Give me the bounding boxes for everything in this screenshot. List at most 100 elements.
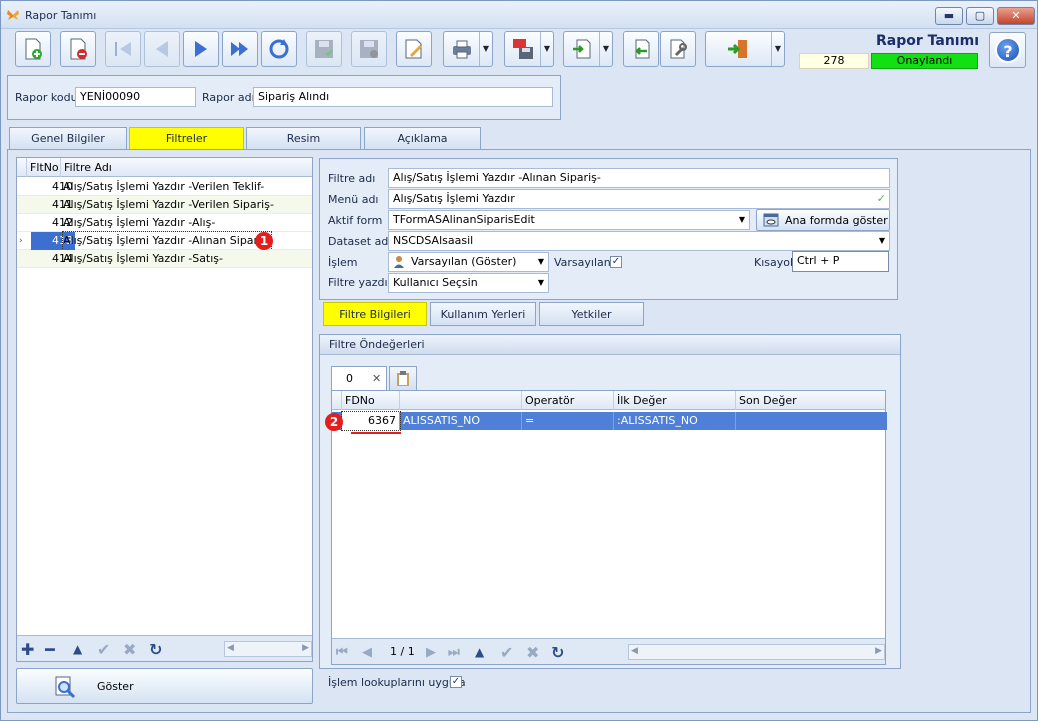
table-row-selected[interactable]: › 413 Alış/Satış İşlemi Yazdır -Alınan S… — [17, 231, 312, 251]
new-button[interactable] — [15, 31, 51, 67]
first-page-icon[interactable]: ⏮ — [336, 645, 348, 660]
refresh-grid-icon[interactable]: ↻ — [551, 643, 564, 662]
chevron-down-icon: ▼ — [537, 257, 544, 266]
post-edit-icon[interactable]: ✔ — [97, 640, 110, 659]
refresh-grid-icon[interactable]: ↻ — [149, 640, 162, 659]
edit-button[interactable] — [396, 31, 432, 67]
islem-select[interactable]: Varsayılan (Göster) ▼ — [388, 252, 549, 272]
table-row[interactable]: 412 Alış/Satış İşlemi Yazdır -Alış- — [17, 214, 312, 232]
maximize-button[interactable]: ▢ — [966, 7, 994, 25]
column-header-son-deger[interactable]: Son Değer — [736, 391, 887, 410]
varsayilan-checkbox[interactable]: ✓ — [610, 256, 622, 268]
close-button[interactable]: ✕ — [997, 7, 1035, 25]
row-filtre-adi: Alış/Satış İşlemi Yazdır -Verilen Sipari… — [63, 198, 274, 211]
window-eye-icon — [763, 213, 779, 227]
last-record-button[interactable] — [222, 31, 258, 67]
row-filtre-adi: Alış/Satış İşlemi Yazdır -Verilen Teklif… — [63, 180, 265, 193]
back-to-list-button[interactable] — [623, 31, 659, 67]
help-button[interactable]: ? — [989, 32, 1026, 68]
horizontal-scrollbar[interactable]: ◀ ▶ — [628, 644, 885, 660]
filtre-yazdir-select[interactable]: Kullanıcı Seçsin ▼ — [388, 273, 549, 293]
refresh-button[interactable] — [261, 31, 297, 67]
help-icon: ? — [995, 37, 1021, 63]
previous-record-button[interactable] — [144, 31, 180, 67]
first-record-button[interactable] — [105, 31, 141, 67]
minimize-button[interactable]: ▬ — [935, 7, 963, 25]
menu-adi-field[interactable]: Alış/Satış İşlemi Yazdır ✓ — [388, 189, 890, 209]
print-dropdown-arrow-icon[interactable]: ▼ — [479, 32, 492, 66]
export-pdf-button[interactable]: ▼ — [504, 31, 554, 67]
lookup-option: İşlem lookuplarını uygula ✓ — [328, 676, 466, 689]
tab-filtreler[interactable]: Filtreler — [129, 127, 244, 149]
dataset-adi-select[interactable]: NSCDSAlsaasil ▼ — [388, 231, 890, 251]
table-row[interactable]: 414 Alış/Satış İşlemi Yazdır -Satış- — [17, 250, 312, 268]
annotation-badge-1: 1 — [255, 232, 273, 250]
scroll-left-icon[interactable]: ◀ — [631, 646, 638, 656]
column-header-filtre-adi[interactable]: Filtre Adı — [61, 158, 312, 177]
column-header-operator[interactable]: Operatör — [522, 391, 614, 410]
cancel-save-icon — [360, 40, 378, 58]
import-dropdown-arrow-icon[interactable]: ▼ — [599, 32, 612, 66]
tab-resim[interactable]: Resim — [246, 127, 361, 149]
report-code-label: Rapor kodu — [15, 91, 78, 104]
column-header-fltno[interactable]: FltNo — [27, 158, 61, 177]
main-window: Rapor Tanımı ▬ ▢ ✕ ▼ ▼ ▼ ▼ Rapor Tanımı … — [0, 0, 1038, 721]
table-row-selected[interactable]: 6367 ALISSATIS_NO = :ALISSATIS_NO — [332, 411, 887, 431]
print-button[interactable]: ▼ — [443, 31, 493, 67]
tab-yetkiler[interactable]: Yetkiler — [539, 302, 644, 326]
scroll-right-icon[interactable]: ▶ — [302, 643, 309, 653]
aktif-form-value: TFormASAlinanSiparisEdit — [393, 213, 535, 226]
report-name-field[interactable]: Sipariş Alındı — [253, 87, 553, 107]
filters-grid: FltNo Filtre Adı 410 Alış/Satış İşlemi Y… — [16, 157, 313, 662]
filtre-adi-field[interactable]: Alış/Satış İşlemi Yazdır -Alınan Sipariş… — [388, 168, 890, 188]
next-record-button[interactable] — [183, 31, 219, 67]
exit-dropdown-arrow-icon[interactable]: ▼ — [771, 32, 784, 66]
delete-button[interactable] — [60, 31, 96, 67]
scroll-right-icon[interactable]: ▶ — [875, 646, 882, 656]
tab-add-button[interactable] — [389, 366, 417, 390]
pdf-save-icon — [513, 39, 533, 59]
lookup-checkbox[interactable]: ✓ — [450, 676, 462, 688]
move-up-icon[interactable]: ▲ — [475, 645, 484, 659]
last-page-icon[interactable]: ⏭ — [448, 645, 460, 660]
column-header-fdno[interactable]: FDNo — [342, 391, 400, 410]
tab-filtre-bilgileri[interactable]: Filtre Bilgileri — [323, 302, 427, 326]
tab-kullanim-yerleri[interactable]: Kullanım Yerleri — [430, 302, 536, 326]
import-button[interactable]: ▼ — [563, 31, 613, 67]
goster-button[interactable]: Göster — [16, 668, 313, 704]
exit-button[interactable]: ▼ — [705, 31, 785, 67]
export-dropdown-arrow-icon[interactable]: ▼ — [540, 32, 553, 66]
table-row[interactable]: 410 Alış/Satış İşlemi Yazdır -Verilen Te… — [17, 178, 312, 196]
scroll-left-icon[interactable]: ◀ — [227, 643, 234, 653]
ana-formda-goster-button[interactable]: Ana formda göster — [756, 209, 890, 231]
tab-defaults-0[interactable]: 0 ✕ — [331, 366, 387, 390]
cancel-edit-icon[interactable]: ✖ — [526, 643, 539, 662]
tab-aciklama[interactable]: Açıklama — [364, 127, 481, 149]
horizontal-scrollbar[interactable]: ◀ ▶ — [224, 641, 312, 657]
table-row[interactable]: 411 Alış/Satış İşlemi Yazdır -Verilen Si… — [17, 196, 312, 214]
next-page-icon[interactable]: ▶ — [426, 645, 436, 660]
cancel-save-button[interactable] — [351, 31, 387, 67]
window-title: Rapor Tanımı — [25, 9, 97, 22]
tab-genel-bilgiler[interactable]: Genel Bilgiler — [9, 127, 127, 149]
delete-record-icon[interactable]: ━ — [45, 640, 55, 659]
save-button[interactable] — [306, 31, 342, 67]
column-header-ilk-deger[interactable]: İlk Değer — [614, 391, 736, 410]
move-up-icon[interactable]: ▲ — [73, 642, 82, 656]
kisayol-field[interactable]: Ctrl + P — [792, 251, 889, 272]
exit-door-icon — [728, 40, 747, 58]
row-filtre-adi: Alış/Satış İşlemi Yazdır -Alış- — [63, 216, 216, 229]
cancel-edit-icon[interactable]: ✖ — [123, 640, 136, 659]
aktif-form-select[interactable]: TFormASAlinanSiparisEdit ▼ — [388, 210, 750, 230]
defaults-grid-navigator: ⏮ ◀ 1 / 1 ▶ ⏭ ▲ ✔ ✖ ↻ ◀ ▶ — [332, 638, 885, 664]
previous-page-icon[interactable]: ◀ — [362, 645, 372, 660]
close-tab-icon[interactable]: ✕ — [372, 367, 381, 391]
report-header-group: Rapor kodu YENİ00090 Rapor adı Sipariş A… — [7, 75, 561, 120]
report-name-label: Rapor adı — [202, 91, 255, 104]
add-record-icon[interactable]: ✚ — [21, 640, 34, 659]
report-code-field[interactable]: YENİ00090 — [75, 87, 196, 107]
post-edit-icon[interactable]: ✔ — [500, 643, 513, 662]
maximize-icon: ▢ — [974, 9, 986, 22]
column-header-field[interactable] — [400, 391, 522, 410]
settings-button[interactable] — [660, 31, 696, 67]
